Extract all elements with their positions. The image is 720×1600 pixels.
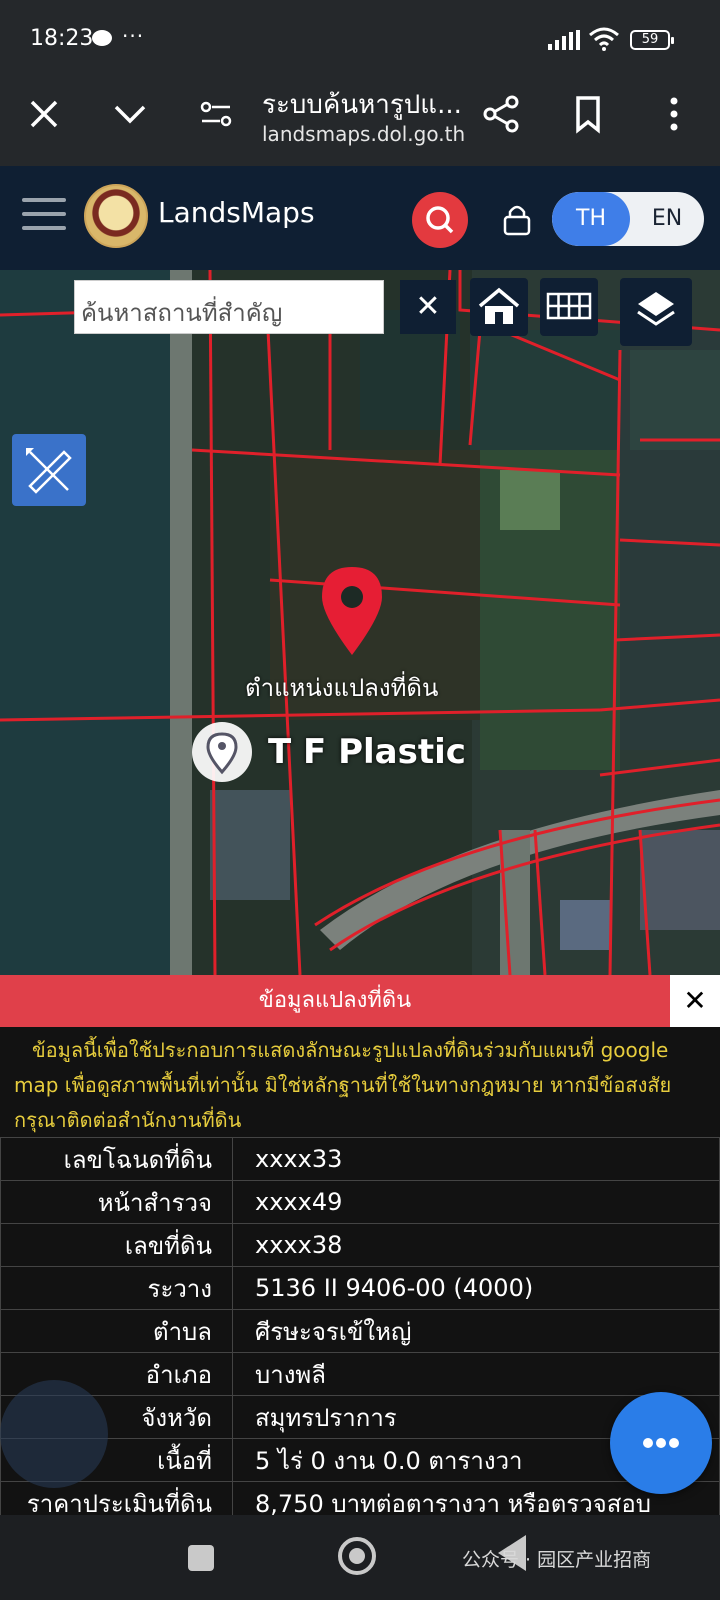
chat-notification-icon <box>92 30 112 46</box>
place-label[interactable]: T F Plastic <box>268 732 466 772</box>
measure-tool-button[interactable] <box>12 434 86 506</box>
disclaimer-text: ข้อมูลนี้เพื่อใช้ประกอบการแสดงลักษณะรูปแ… <box>14 1038 672 1132</box>
more-options-button[interactable] <box>610 1392 712 1494</box>
info-label: หน้าสำรวจ <box>0 1180 233 1224</box>
clear-search-button[interactable]: ✕ <box>400 280 456 334</box>
status-time: 18:23 <box>30 26 94 51</box>
layers-icon <box>637 292 675 326</box>
page-url[interactable]: landsmaps.dol.go.th <box>262 122 465 146</box>
status-bar: 18:23 ··· 59 <box>0 0 720 78</box>
wifi-icon <box>589 27 619 51</box>
grid-icon <box>546 292 592 320</box>
info-value: xxxx33 <box>232 1137 720 1181</box>
ruler-pencil-icon <box>26 448 72 494</box>
search-button[interactable] <box>412 192 468 248</box>
info-label: เลขโฉนดที่ดิน <box>0 1137 233 1181</box>
parcel-info-header: ข้อมูลแปลงที่ดิน <box>0 975 670 1027</box>
map-view[interactable]: ค้นหาสถานที่สำคัญ ✕ ตำแหน่งแปลงที่ดิน T … <box>0 270 720 975</box>
site-settings-icon[interactable] <box>194 92 238 136</box>
share-icon[interactable] <box>480 92 524 136</box>
info-row: ระวาง 5136 II 9406-00 (4000) <box>0 1266 720 1310</box>
info-label: ตำบล <box>0 1309 233 1353</box>
place-search-input[interactable]: ค้นหาสถานที่สำคัญ <box>74 280 384 334</box>
info-label: ระวาง <box>0 1266 233 1310</box>
more-horiz-icon <box>643 1438 679 1448</box>
home-nav-icon[interactable] <box>338 1537 376 1575</box>
lang-th-button[interactable]: TH <box>552 192 630 246</box>
app-header: LandsMaps TH EN <box>0 166 720 270</box>
info-label: เลขที่ดิน <box>0 1223 233 1267</box>
home-icon <box>478 287 520 324</box>
more-vert-icon[interactable] <box>652 92 696 136</box>
parcel-location-label: ตำแหน่งแปลงที่ดิน <box>245 674 439 702</box>
info-value: 5136 II 9406-00 (4000) <box>232 1266 720 1310</box>
more-notifications-icon: ··· <box>122 24 145 48</box>
menu-icon[interactable] <box>22 198 66 234</box>
layers-button[interactable] <box>620 278 692 346</box>
info-value: xxxx38 <box>232 1223 720 1267</box>
bookmark-icon[interactable] <box>566 92 610 136</box>
info-overlay-button[interactable] <box>0 1380 108 1488</box>
panel-close-button[interactable]: ✕ <box>670 975 720 1027</box>
chevron-down-icon[interactable] <box>108 92 152 136</box>
info-row: ตำบล ศีรษะจรเข้ใหญ่ <box>0 1309 720 1353</box>
page-title[interactable]: ระบบค้นหารูปแ... <box>262 84 462 125</box>
language-toggle[interactable]: TH EN <box>552 192 704 246</box>
system-nav-bar: 公众号 · 园区产业招商 <box>0 1515 720 1600</box>
recents-icon[interactable] <box>188 1545 214 1571</box>
department-logo <box>84 184 148 248</box>
info-value: ศีรษะจรเข้ใหญ่ <box>232 1309 720 1353</box>
battery-icon: 59 <box>630 30 674 50</box>
info-value: บางพลี <box>232 1352 720 1396</box>
info-row: เลขโฉนดที่ดิน xxxx33 <box>0 1137 720 1181</box>
info-row: หน้าสำรวจ xxxx49 <box>0 1180 720 1224</box>
info-row: อำเภอ บางพลี <box>0 1352 720 1396</box>
info-row: เลขที่ดิน xxxx38 <box>0 1223 720 1267</box>
grid-button[interactable] <box>540 278 598 336</box>
search-icon <box>426 206 454 234</box>
watermark-text: 公众号 · 园区产业招商 <box>462 1549 652 1571</box>
close-icon[interactable] <box>22 92 66 136</box>
home-button[interactable] <box>470 278 528 336</box>
satellite-map <box>0 270 720 975</box>
lang-en-button[interactable]: EN <box>630 192 704 246</box>
browser-toolbar: ระบบค้นหารูปแ... landsmaps.dol.go.th <box>0 78 720 166</box>
signal-icon <box>548 30 580 50</box>
lock-icon[interactable] <box>502 202 532 236</box>
info-value: xxxx49 <box>232 1180 720 1224</box>
app-brand: LandsMaps <box>158 196 315 229</box>
